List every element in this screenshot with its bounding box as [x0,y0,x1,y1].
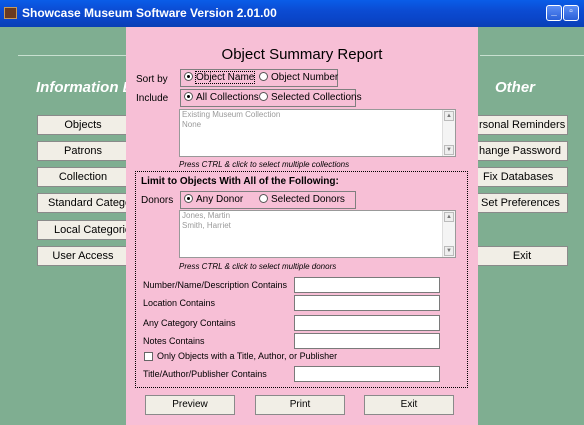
include-label: Include [136,93,169,104]
radio-selected-donors[interactable]: Selected Donors [259,194,345,205]
radio-any-donor[interactable]: Any Donor [184,194,243,205]
donors-label: Donors [141,195,174,206]
radio-unselected-icon [259,194,268,203]
change-password-button[interactable]: hange Password [476,141,568,161]
standard-categories-button[interactable]: Standard Categori [37,193,129,213]
sort-by-label: Sort by [136,74,168,85]
location-input[interactable] [294,295,440,311]
donors-scrollbar[interactable]: ▲ ▼ [442,211,455,257]
app-icon [4,7,17,19]
radio-selected-collections[interactable]: Selected Collections [259,92,362,103]
divider-right [480,55,584,56]
collections-listbox[interactable]: Existing Museum Collection None ▲ ▼ [179,109,456,157]
donors-hint: Press CTRL & click to select multiple do… [179,262,337,271]
window-title: Showcase Museum Software Version 2.01.00 [22,6,277,20]
any-category-input[interactable] [294,315,440,331]
maximize-button[interactable]: ▫ [563,5,579,21]
scroll-down-icon[interactable]: ▼ [444,145,454,155]
collections-hint: Press CTRL & click to select multiple co… [179,160,350,169]
minimize-button[interactable]: _ [546,5,562,21]
list-item[interactable]: Existing Museum Collection [180,110,455,120]
collections-scrollbar[interactable]: ▲ ▼ [442,110,455,156]
list-item[interactable]: Smith, Harriet [180,221,455,231]
set-preferences-button[interactable]: Set Preferences [476,193,568,213]
radio-unselected-icon [259,92,268,101]
collection-button[interactable]: Collection [37,167,129,187]
radio-selected-icon [184,72,193,81]
scroll-up-icon[interactable]: ▲ [444,111,454,121]
number-name-description-label: Number/Name/Description Contains [143,280,288,290]
exit-main-button[interactable]: Exit [476,246,568,266]
radio-object-number[interactable]: Object Number [259,72,338,83]
personal-reminders-button[interactable]: rsonal Reminders [476,115,568,135]
section-title-information: Information Ei [36,79,137,96]
fix-databases-button[interactable]: Fix Databases [476,167,568,187]
include-group: All Collections Selected Collections [180,89,362,107]
radio-selected-icon [184,194,193,203]
exit-dialog-button[interactable]: Exit [364,395,454,415]
radio-unselected-icon [259,72,268,81]
title-author-publisher-checkbox[interactable] [144,352,153,361]
scroll-down-icon[interactable]: ▼ [444,246,454,256]
title-author-publisher-label: Title/Author/Publisher Contains [143,369,267,379]
notes-label: Notes Contains [143,336,205,346]
donors-group: Any Donor Selected Donors [180,191,356,209]
dialog-title: Object Summary Report [221,46,383,63]
print-button[interactable]: Print [255,395,345,415]
list-item[interactable]: Jones, Martin [180,211,455,221]
limit-group-title: Limit to Objects With All of the Followi… [141,176,339,187]
local-categories-button[interactable]: Local Categories [37,220,129,240]
divider-left [18,55,128,56]
title-author-publisher-checkbox-label: Only Objects with a Title, Author, or Pu… [157,351,338,361]
radio-object-name[interactable]: Object Name [184,71,256,84]
list-item[interactable]: None [180,120,455,130]
object-summary-report-dialog: Object Summary Report Sort by Object Nam… [126,27,478,425]
user-access-button[interactable]: User Access [37,246,129,266]
location-label: Location Contains [143,298,216,308]
radio-all-collections[interactable]: All Collections [184,92,259,103]
donors-listbox[interactable]: Jones, Martin Smith, Harriet ▲ ▼ [179,210,456,258]
title-author-publisher-input[interactable] [294,366,440,382]
section-title-other: Other [495,79,536,96]
title-bar: Showcase Museum Software Version 2.01.00… [0,0,584,27]
objects-button[interactable]: Objects [37,115,129,135]
number-name-description-input[interactable] [294,277,440,293]
any-category-label: Any Category Contains [143,318,236,328]
preview-button[interactable]: Preview [145,395,235,415]
sort-by-group: Object Name Object Number [180,69,338,87]
notes-input[interactable] [294,333,440,349]
patrons-button[interactable]: Patrons [37,141,129,161]
scroll-up-icon[interactable]: ▲ [444,212,454,222]
radio-selected-icon [184,92,193,101]
